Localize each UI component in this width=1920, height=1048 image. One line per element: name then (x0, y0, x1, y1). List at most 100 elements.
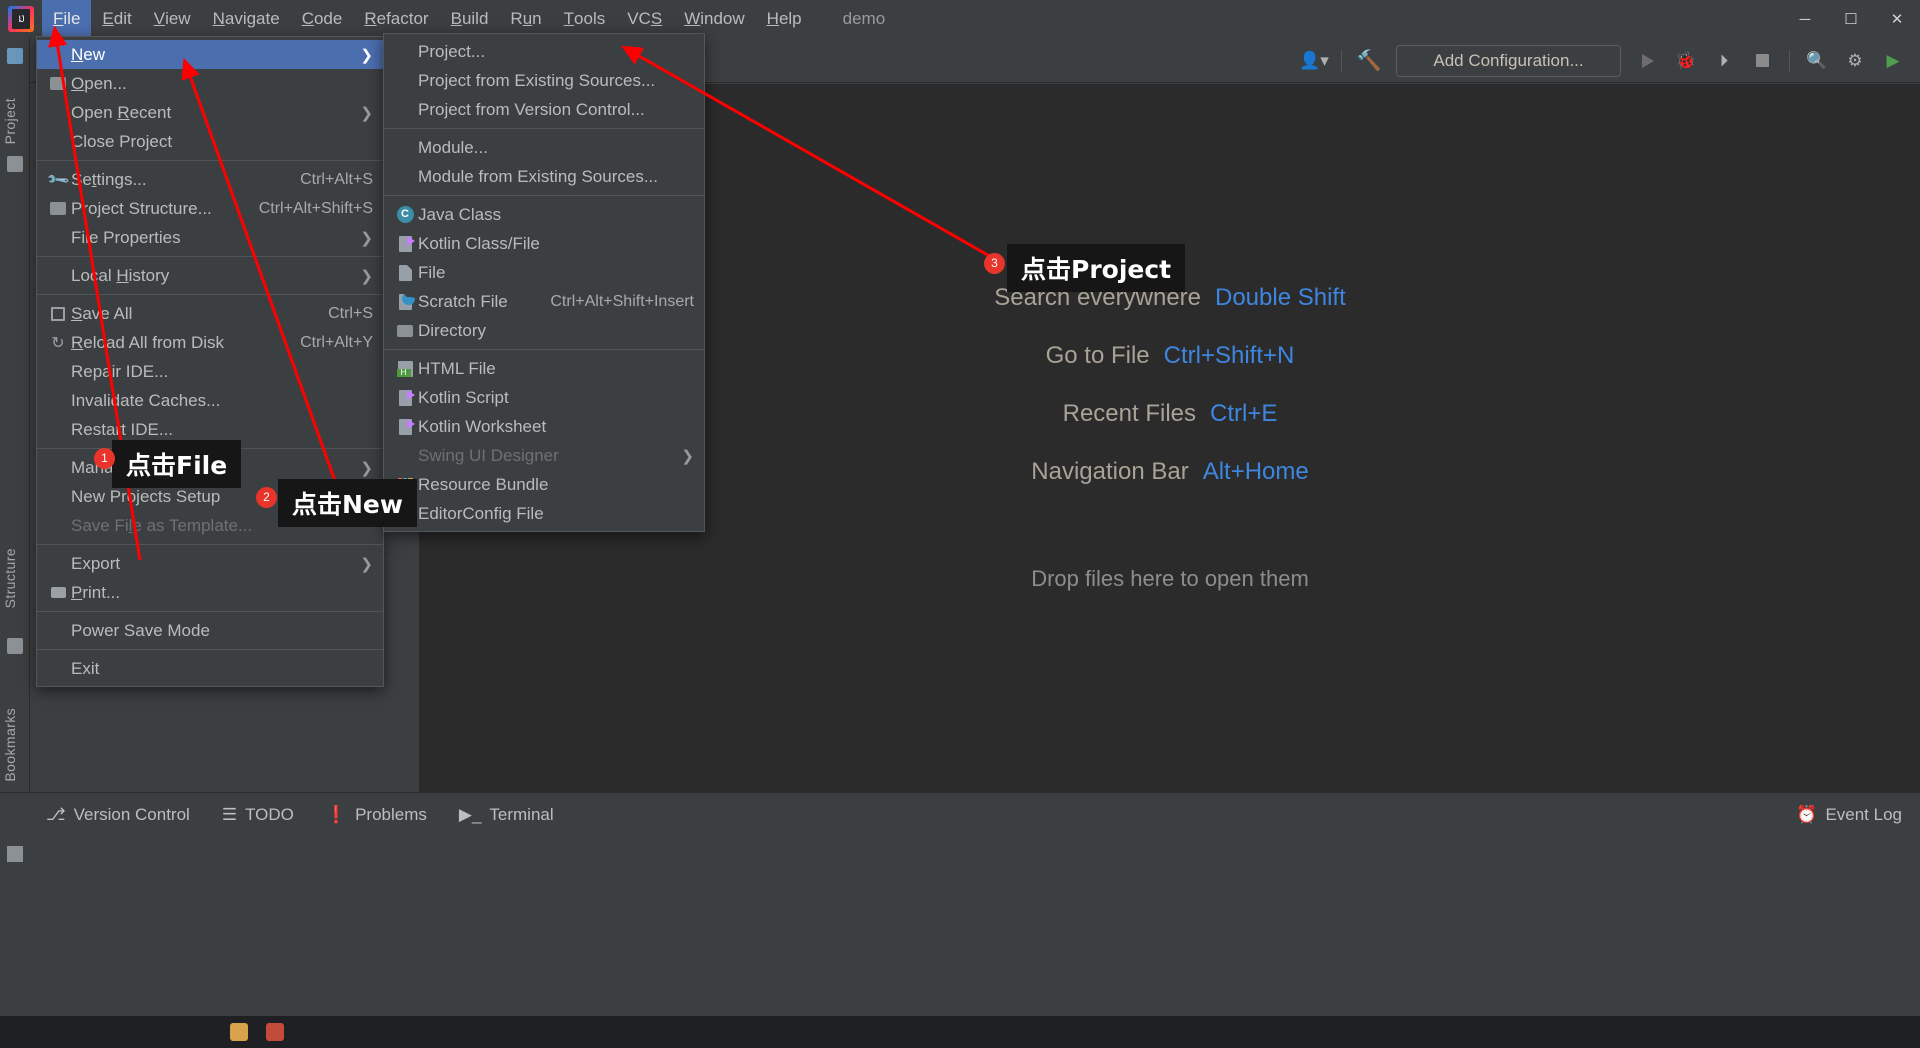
user-avatar-icon[interactable]: 👤▾ (1297, 44, 1331, 78)
minimize-button[interactable]: ─ (1782, 0, 1828, 38)
new-menu-item-project-from-version-control[interactable]: Project from Version Control... (384, 95, 704, 124)
problems-icon: ❗ (325, 804, 348, 824)
file-menu-item-close-project[interactable]: Close Project (37, 127, 383, 156)
menu-item-label: Project from Existing Sources... (418, 70, 656, 90)
new-menu-item-resource-bundle[interactable]: Resource Bundle (384, 470, 704, 499)
annotation-badge-1: 1 (94, 448, 115, 469)
file-menu-item-project-structure[interactable]: Project Structure... Ctrl+Alt+Shift+S (37, 194, 383, 223)
structure-icon[interactable] (7, 638, 23, 654)
menubar-item-navigate[interactable]: Navigate (202, 0, 291, 38)
menu-item-label: Local History (71, 265, 170, 285)
menubar-item-code[interactable]: Code (291, 0, 354, 38)
build-hammer-icon[interactable]: 🔨 (1352, 44, 1386, 78)
file-menu-item-open[interactable]: Open... (37, 69, 383, 98)
project-structure-icon (45, 202, 71, 215)
menu-item-label: Restart IDE... (71, 419, 174, 439)
welcome-hint-text: Go to File (1045, 342, 1150, 369)
title-bar: IJ File Edit View Navigate Code Refactor Build… (0, 0, 1920, 38)
stop-icon[interactable] (1745, 44, 1779, 78)
welcome-hint-text: Recent Files (1062, 400, 1197, 427)
menu-item-label: Save All (71, 303, 133, 323)
file-dropdown-menu[interactable]: New ❯ Open... Open Recent ❯ Close Project 🔧 Set… (36, 36, 384, 687)
maximize-button[interactable]: ☐ (1828, 0, 1874, 38)
file-menu-item-invalidate-caches[interactable]: Invalidate Caches... (37, 386, 383, 415)
menu-item-label: Project Structure... (71, 198, 212, 218)
new-menu-item-kotlin-script[interactable]: Kotlin Script (384, 383, 704, 412)
menu-item-label: Close Project (71, 131, 173, 151)
welcome-hint-row: Go to File Ctrl+Shift+N (1046, 342, 1295, 370)
file-menu-item-repair-ide[interactable]: Repair IDE... (37, 357, 383, 386)
sidebar-item-project[interactable]: Project (2, 98, 18, 144)
new-menu-item-module-from-existing-sources[interactable]: Module from Existing Sources... (384, 162, 704, 191)
settings-gear-icon[interactable]: ⚙ (1838, 44, 1872, 78)
menu-separator (37, 256, 383, 257)
new-menu-item-project-from-existing-sources[interactable]: Project from Existing Sources... (384, 66, 704, 95)
new-menu-item-html-file[interactable]: HTML File (384, 354, 704, 383)
window-controls[interactable]: ─ ☐ ✕ (1782, 0, 1920, 38)
ide-assistant-icon[interactable]: ▶ (1876, 44, 1910, 78)
sidebar-item-bookmarks[interactable]: Bookmarks (2, 708, 18, 782)
search-icon[interactable]: 🔍 (1800, 44, 1834, 78)
folder-icon (7, 156, 23, 172)
new-menu-item-file[interactable]: File (384, 258, 704, 287)
run-coverage-icon[interactable]: ⏵ (1707, 44, 1741, 78)
close-button[interactable]: ✕ (1874, 0, 1920, 38)
status-bar: ⎇ Version Control ☰ TODO ❗ Problems ▶_ T… (0, 792, 1920, 836)
status-item-terminal[interactable]: ▶_ Terminal (443, 805, 570, 825)
menu-separator (37, 544, 383, 545)
menubar-item-help[interactable]: Help (756, 0, 813, 38)
menu-separator (37, 649, 383, 650)
kotlin-script-icon (392, 389, 418, 406)
menubar-item-view[interactable]: View (143, 0, 202, 38)
new-menu-item-directory[interactable]: Directory (384, 316, 704, 345)
new-menu-item-kotlin-class-file[interactable]: Kotlin Class/File (384, 229, 704, 258)
menu-item-label: Java Class (418, 204, 502, 224)
scratch-file-icon (392, 291, 418, 310)
file-menu-item-exit[interactable]: Exit (37, 654, 383, 683)
new-menu-item-kotlin-worksheet[interactable]: Kotlin Worksheet (384, 412, 704, 441)
debug-icon[interactable]: 🐞 (1669, 44, 1703, 78)
chevron-right-icon: ❯ (360, 555, 373, 573)
menu-separator (37, 611, 383, 612)
new-menu-item-project[interactable]: Project... (384, 37, 704, 66)
file-menu-item-open-recent[interactable]: Open Recent ❯ (37, 98, 383, 127)
file-menu-item-reload-all-from-disk[interactable]: ↻ Reload All from Disk Ctrl+Alt+Y (37, 328, 383, 357)
project-toolwindow-icon[interactable] (7, 48, 23, 64)
menubar-item-edit[interactable]: Edit (91, 0, 142, 38)
status-item-problems[interactable]: ❗ Problems (310, 805, 443, 825)
add-configuration-button[interactable]: Add Configuration... (1396, 44, 1621, 77)
welcome-hint-shortcut: Double Shift (1215, 284, 1346, 311)
menu-item-label: EditorConfig File (418, 503, 544, 523)
event-log-button[interactable]: ⏰ Event Log (1796, 805, 1902, 825)
menu-separator (37, 294, 383, 295)
event-log-icon: ⏰ (1796, 804, 1818, 824)
new-submenu[interactable]: Project... Project from Existing Sources.… (383, 33, 705, 532)
taskbar-app-icon[interactable] (230, 1023, 248, 1041)
run-icon[interactable] (1631, 44, 1665, 78)
menu-item-label: Resource Bundle (418, 474, 549, 494)
directory-icon (392, 324, 418, 337)
menu-item-label: Directory (418, 320, 487, 340)
file-menu-item-save-all[interactable]: Save All Ctrl+S (37, 299, 383, 328)
chevron-right-icon: ❯ (360, 46, 373, 64)
new-menu-item-scratch-file[interactable]: Scratch File Ctrl+Alt+Shift+Insert (384, 287, 704, 316)
menubar-item-file[interactable]: File (42, 0, 92, 38)
status-item-todo[interactable]: ☰ TODO (206, 805, 310, 825)
file-menu-item-export[interactable]: Export ❯ (37, 549, 383, 578)
file-menu-item-power-save-mode[interactable]: Power Save Mode (37, 616, 383, 645)
file-menu-item-settings[interactable]: 🔧 Settings... Ctrl+Alt+S (37, 165, 383, 194)
file-menu-item-print[interactable]: Print... (37, 578, 383, 607)
sidebar-item-structure[interactable]: Structure (2, 548, 18, 608)
toggle-toolwindows-icon[interactable] (7, 846, 23, 862)
new-menu-item-java-class[interactable]: C Java Class (384, 200, 704, 229)
welcome-hint-shortcut: Alt+Home (1202, 458, 1309, 485)
menu-item-label: Swing UI Designer (418, 445, 559, 465)
taskbar-app-icon[interactable] (266, 1023, 284, 1041)
new-menu-item-editorconfig-file[interactable]: ⚙EditorConfig File (384, 499, 704, 528)
file-menu-item-file-properties[interactable]: File Properties ❯ (37, 223, 383, 252)
status-item-version-control[interactable]: ⎇ Version Control (30, 805, 206, 825)
file-menu-item-new[interactable]: New ❯ (37, 40, 383, 69)
menu-item-label: HTML File (418, 358, 496, 378)
new-menu-item-module[interactable]: Module... (384, 133, 704, 162)
file-menu-item-local-history[interactable]: Local History ❯ (37, 261, 383, 290)
